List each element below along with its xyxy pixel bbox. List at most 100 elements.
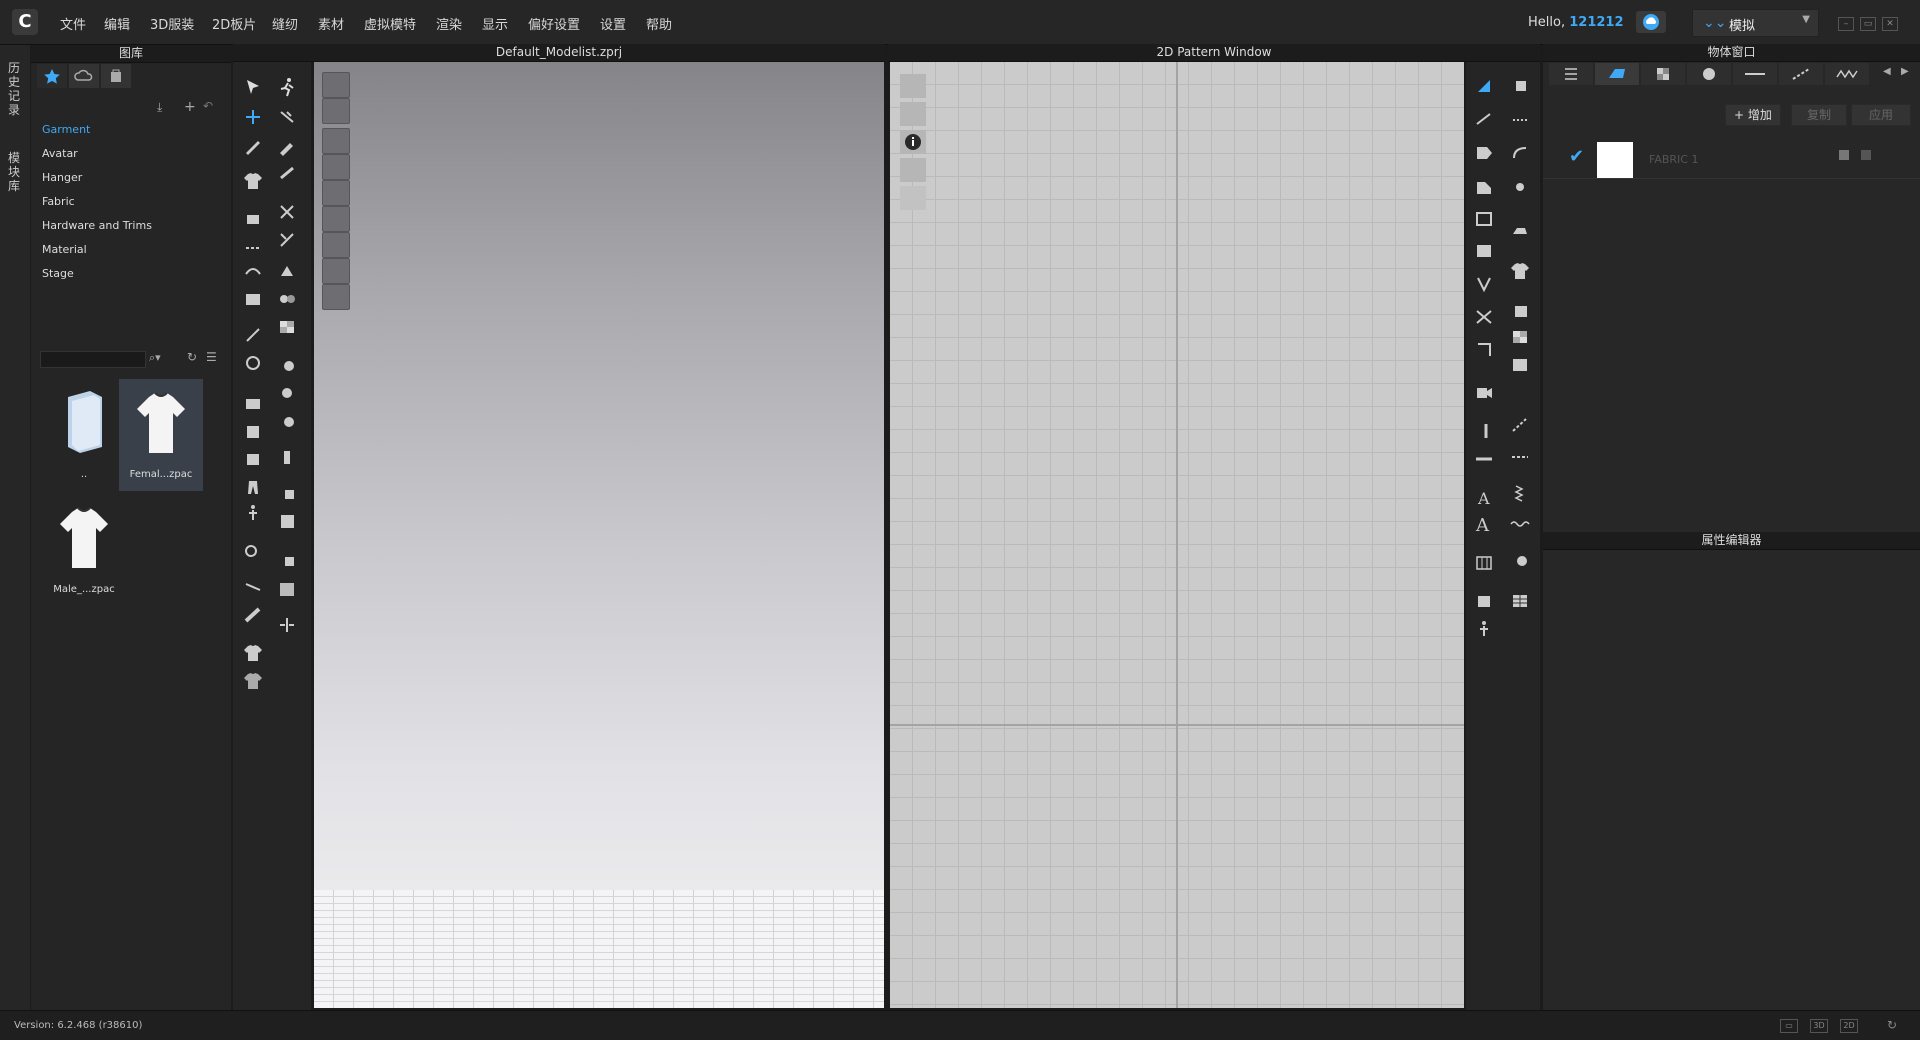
- display-texture-tool[interactable]: [322, 128, 350, 154]
- avatar-pose-tool[interactable]: [241, 502, 265, 524]
- display-fold-tool[interactable]: [322, 232, 350, 258]
- show-garment-tool[interactable]: [900, 186, 926, 210]
- buttonhole-tool[interactable]: [275, 382, 299, 404]
- menu-2d-pattern[interactable]: 2D板片: [212, 14, 256, 33]
- display-avatar-head-tool[interactable]: [322, 258, 350, 284]
- select-move-tool[interactable]: [241, 76, 265, 98]
- library-item-hardware[interactable]: Hardware and Trims: [42, 219, 152, 232]
- fabric-pattern-tool[interactable]: [275, 316, 299, 338]
- fold-tool[interactable]: [275, 260, 299, 282]
- mode-selector[interactable]: ⌄⌄ 模拟 ▼: [1692, 9, 1819, 37]
- search-icon[interactable]: ⌕▾: [149, 351, 161, 365]
- simulation-tool[interactable]: [275, 76, 299, 98]
- library-item-fabric[interactable]: Fabric: [42, 195, 75, 208]
- vertical-measure-tool[interactable]: [1472, 420, 1496, 442]
- curve-point-tool[interactable]: [1508, 142, 1532, 164]
- edit-point-tool[interactable]: [1472, 74, 1496, 96]
- segment-line-tool[interactable]: [1508, 446, 1532, 468]
- add-fabric-button[interactable]: + 增加: [1725, 104, 1781, 126]
- grid-tool[interactable]: [1472, 552, 1496, 574]
- display-pattern-tool[interactable]: [322, 206, 350, 232]
- fabric-delete-icon[interactable]: [1861, 150, 1871, 160]
- pants-tool[interactable]: [241, 476, 265, 498]
- brush-tool[interactable]: [275, 136, 299, 158]
- checker-pattern-tool[interactable]: [1508, 326, 1532, 348]
- favorites-tab[interactable]: [37, 64, 67, 88]
- shirt-pattern-tool[interactable]: [1508, 260, 1532, 282]
- scroll-left-icon[interactable]: ◀: [1883, 66, 1891, 77]
- scroll-right-icon[interactable]: ▶: [1901, 66, 1909, 77]
- tab-history[interactable]: 历史记录: [8, 61, 22, 117]
- wave-tool[interactable]: [1508, 512, 1532, 534]
- cut-line-tool[interactable]: [1472, 306, 1496, 328]
- menu-sewing[interactable]: 缝纫: [272, 14, 298, 33]
- display-environment-tool[interactable]: [322, 284, 350, 310]
- edit-segment-tool[interactable]: [1508, 108, 1532, 130]
- notch-tool[interactable]: [1472, 338, 1496, 360]
- single-view-button[interactable]: ▭: [1780, 1019, 1798, 1033]
- segment-sewing-tool[interactable]: [241, 208, 265, 230]
- show-shirt-tool[interactable]: [900, 102, 926, 126]
- apply-fabric-button[interactable]: 应用: [1851, 104, 1911, 126]
- trim-tool[interactable]: [275, 228, 299, 250]
- copy-fabric-button[interactable]: 复制: [1791, 104, 1847, 126]
- library-file-male[interactable]: Male_...zpac: [42, 494, 126, 606]
- display-strain-tool[interactable]: [322, 154, 350, 180]
- polygon-tool[interactable]: [1472, 142, 1496, 164]
- display-avatar-tool[interactable]: [322, 72, 350, 98]
- viewport2d-canvas[interactable]: [890, 62, 1464, 1008]
- cloud-library-tab[interactable]: [69, 64, 99, 88]
- library-item-garment[interactable]: Garment: [42, 123, 90, 136]
- transparency-tool[interactable]: [241, 392, 265, 414]
- minimize-button[interactable]: –: [1838, 17, 1854, 31]
- tab-list[interactable]: [1549, 63, 1593, 85]
- tab-seam[interactable]: [1779, 63, 1823, 85]
- menu-preferences[interactable]: 偏好设置: [528, 14, 580, 33]
- tab-topstitch[interactable]: [1733, 63, 1777, 85]
- tack-tool[interactable]: [275, 162, 299, 184]
- show-pattern-tool[interactable]: [900, 74, 926, 98]
- pin-tool[interactable]: [275, 106, 299, 128]
- view-2d-button[interactable]: 2D: [1840, 1019, 1858, 1033]
- avatar-measure-tool[interactable]: [241, 420, 265, 442]
- menu-settings[interactable]: 设置: [600, 14, 626, 33]
- fabric-cut-tool[interactable]: [1472, 590, 1496, 612]
- text-tool[interactable]: A: [1472, 486, 1496, 508]
- video-tool[interactable]: [1472, 382, 1496, 404]
- align-tool[interactable]: [275, 614, 299, 636]
- library-item-stage[interactable]: Stage: [42, 267, 74, 280]
- tab-fabric[interactable]: [1595, 63, 1639, 85]
- menu-avatar[interactable]: 虚拟模特: [364, 14, 416, 33]
- library-item-material[interactable]: Material: [42, 243, 87, 256]
- library-item-avatar[interactable]: Avatar: [42, 147, 78, 160]
- internal-rectangle-tool[interactable]: [1472, 208, 1496, 230]
- internal-circle-tool[interactable]: [1472, 240, 1496, 262]
- tab-button[interactable]: [1687, 63, 1731, 85]
- fabric-texture-tool[interactable]: [241, 288, 265, 310]
- back-icon[interactable]: ↶: [203, 99, 213, 113]
- menu-render[interactable]: 渲染: [436, 14, 462, 33]
- tab-texture[interactable]: [1641, 63, 1685, 85]
- pattern-group-tool[interactable]: [1508, 550, 1532, 572]
- info-tool[interactable]: [900, 130, 926, 154]
- garment-fit-tool[interactable]: [241, 170, 265, 192]
- edit-sewing-tool[interactable]: [241, 260, 265, 282]
- solid-shade-tool[interactable]: [275, 548, 299, 570]
- fabric-checker-tool[interactable]: [1508, 354, 1532, 376]
- edit-pattern-tool[interactable]: [241, 136, 265, 158]
- library-search-input[interactable]: [40, 351, 146, 368]
- cut-tool[interactable]: [275, 200, 299, 222]
- text-edit-tool[interactable]: A: [1472, 512, 1496, 536]
- check-icon[interactable]: ✔: [1569, 146, 1584, 167]
- display-figure-tool[interactable]: [322, 180, 350, 206]
- viewport3d-canvas[interactable]: [314, 62, 884, 1008]
- pattern-pieces-tool[interactable]: [275, 288, 299, 310]
- menu-file[interactable]: 文件: [60, 14, 86, 33]
- display-garment-tool[interactable]: [322, 98, 350, 124]
- list-view-icon[interactable]: ☰: [206, 350, 217, 364]
- zipper-slider-tool[interactable]: [275, 446, 299, 468]
- library-file-female[interactable]: Femal...zpac: [119, 379, 203, 491]
- button-tool[interactable]: [275, 354, 299, 376]
- library-item-hanger[interactable]: Hanger: [42, 171, 82, 184]
- add-icon[interactable]: +: [184, 99, 196, 115]
